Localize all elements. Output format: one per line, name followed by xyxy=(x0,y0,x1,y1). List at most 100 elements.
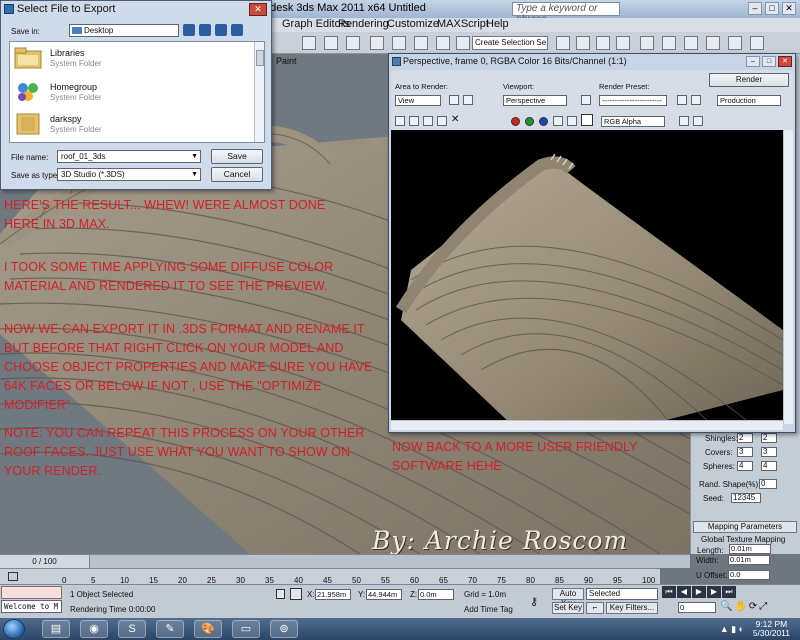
set-key-icon[interactable]: ⌐ xyxy=(586,602,604,614)
up-folder-icon[interactable] xyxy=(199,24,211,36)
minimize-icon[interactable]: – xyxy=(746,56,760,67)
new-folder-icon[interactable] xyxy=(215,24,227,36)
chevron-down-icon[interactable]: ▼ xyxy=(191,169,198,180)
key-filters-button[interactable]: Key Filters... xyxy=(606,602,658,614)
current-frame-field[interactable]: 0 xyxy=(678,602,716,613)
rand-shape-spinner[interactable]: 0 xyxy=(759,479,777,489)
percent-snap-icon[interactable] xyxy=(414,36,428,50)
photoshop-taskbar-icon[interactable]: ✎ xyxy=(156,620,184,638)
maximize-icon[interactable]: □ xyxy=(765,2,779,15)
file-name-field[interactable]: roof_01_3ds ▼ xyxy=(57,150,201,163)
maximize-icon[interactable]: □ xyxy=(762,56,776,67)
save-image-icon[interactable] xyxy=(395,116,405,126)
maxscript-mini-listener-top[interactable] xyxy=(1,586,62,599)
minimize-icon[interactable]: – xyxy=(748,2,762,15)
auto-key-button[interactable]: Auto Key xyxy=(552,588,584,608)
go-to-start-icon[interactable]: ⏮ xyxy=(662,586,676,598)
u-offset-field[interactable]: 0.0 xyxy=(728,570,770,580)
firefox-taskbar-icon[interactable]: ◉ xyxy=(80,620,108,638)
clear-image-icon[interactable]: ✕ xyxy=(451,114,459,125)
toggle-ui-icon[interactable] xyxy=(693,116,703,126)
mapping-parameters-rollout[interactable]: Mapping Parameters xyxy=(693,521,797,533)
render-button[interactable]: Render xyxy=(709,73,789,87)
render-horizontal-scrollbar[interactable] xyxy=(391,420,783,430)
copy-image-icon[interactable] xyxy=(409,116,419,126)
search-input[interactable]: Type a keyword or phrase xyxy=(512,2,620,25)
menu-rendering[interactable]: Rendering xyxy=(338,18,389,30)
previous-frame-icon[interactable]: ◀ xyxy=(677,586,691,598)
spinner-snap-icon[interactable] xyxy=(436,36,450,50)
menu-help[interactable]: Help xyxy=(486,18,509,30)
blue-channel-icon[interactable] xyxy=(539,117,548,126)
save-button[interactable]: Save xyxy=(211,149,263,164)
snap-icon[interactable] xyxy=(370,36,384,50)
notepad-taskbar-icon[interactable]: ▭ xyxy=(232,620,260,638)
render-setup-icon[interactable] xyxy=(677,95,687,105)
auto-region-icon[interactable] xyxy=(463,95,473,105)
skype-taskbar-icon[interactable]: S xyxy=(118,620,146,638)
rotate-icon[interactable] xyxy=(346,36,360,50)
play-icon[interactable]: ▶ xyxy=(692,586,706,598)
covers-spinner-2[interactable]: 3 xyxy=(761,447,777,457)
render-frame-icon[interactable] xyxy=(728,36,742,50)
track-bar-icon[interactable] xyxy=(8,572,18,581)
production-dropdown[interactable]: Production xyxy=(717,95,781,106)
next-frame-icon[interactable]: ▶ xyxy=(707,586,721,598)
environment-icon[interactable] xyxy=(691,95,701,105)
monochrome-icon[interactable] xyxy=(567,116,577,126)
render-setup-icon[interactable] xyxy=(706,36,720,50)
schematic-icon[interactable] xyxy=(662,36,676,50)
save-in-dropdown[interactable]: Desktop xyxy=(69,24,179,37)
layer-icon[interactable] xyxy=(596,36,610,50)
spheres-spinner-1[interactable]: 4 xyxy=(737,461,753,471)
menu-customize[interactable]: Customize xyxy=(387,18,439,30)
close-icon[interactable]: ✕ xyxy=(782,2,796,15)
edit-region-icon[interactable] xyxy=(449,95,459,105)
paint-taskbar-icon[interactable]: 🎨 xyxy=(194,620,222,638)
taskbar-clock[interactable]: 9:12 PM 5/30/2011 xyxy=(753,620,790,638)
align-icon[interactable] xyxy=(576,36,590,50)
menu-maxscript[interactable]: MAXScript xyxy=(437,18,489,30)
angle-snap-icon[interactable] xyxy=(392,36,406,50)
move-icon[interactable] xyxy=(324,36,338,50)
start-button[interactable] xyxy=(3,619,25,639)
render-vertical-scrollbar[interactable] xyxy=(783,130,793,424)
seed-spinner[interactable]: 12345 xyxy=(731,493,761,503)
clone-window-icon[interactable] xyxy=(423,116,433,126)
select-icon[interactable] xyxy=(302,36,316,50)
y-coordinate[interactable]: 44.944m xyxy=(366,589,402,600)
x-coordinate[interactable]: 21.958m xyxy=(315,589,351,600)
cancel-button[interactable]: Cancel xyxy=(211,167,263,182)
chevron-down-icon[interactable]: ▼ xyxy=(191,151,198,162)
graphite-icon[interactable] xyxy=(616,36,630,50)
color-swatch[interactable] xyxy=(581,114,593,126)
pan-icon[interactable]: ✋ xyxy=(734,601,746,612)
list-item[interactable]: Libraries System Folder xyxy=(14,44,234,74)
spheres-spinner-2[interactable]: 4 xyxy=(761,461,777,471)
close-icon[interactable]: ✕ xyxy=(249,3,267,16)
explorer-taskbar-icon[interactable]: ▤ xyxy=(42,620,70,638)
shingles-spinner-1[interactable]: 2 xyxy=(737,433,753,443)
orbit-icon[interactable]: ⟳ xyxy=(749,601,757,612)
curve-editor-icon[interactable] xyxy=(640,36,654,50)
render-preset-dropdown[interactable]: ------------------------ xyxy=(599,95,667,106)
shingles-spinner-2[interactable]: 2 xyxy=(761,433,777,443)
toggle-ui-overlay-icon[interactable] xyxy=(679,116,689,126)
covers-spinner-1[interactable]: 3 xyxy=(737,447,753,457)
maximize-viewport-icon[interactable]: ⤢ xyxy=(759,601,767,612)
add-time-tag[interactable]: Add Time Tag xyxy=(464,605,513,614)
go-to-end-icon[interactable]: ⏭ xyxy=(722,586,736,598)
maxscript-listener[interactable]: Welcome to M xyxy=(1,600,62,613)
key-mode-dropdown[interactable]: Selected xyxy=(586,588,658,600)
system-tray-icons[interactable]: ▲ ▮ ◐ xyxy=(720,624,744,635)
selection-set-dropdown[interactable]: Create Selection Se xyxy=(472,36,548,50)
area-to-render-dropdown[interactable]: View xyxy=(395,95,441,106)
render-production-icon[interactable] xyxy=(750,36,764,50)
green-channel-icon[interactable] xyxy=(525,117,534,126)
lock-selection-icon[interactable] xyxy=(276,589,285,599)
3dsmax-taskbar-icon[interactable]: ⊚ xyxy=(270,620,298,638)
alpha-channel-icon[interactable] xyxy=(553,116,563,126)
red-channel-icon[interactable] xyxy=(511,117,520,126)
list-item[interactable]: darkspy System Folder xyxy=(14,110,234,140)
width-field[interactable]: 0.01m xyxy=(728,555,770,565)
